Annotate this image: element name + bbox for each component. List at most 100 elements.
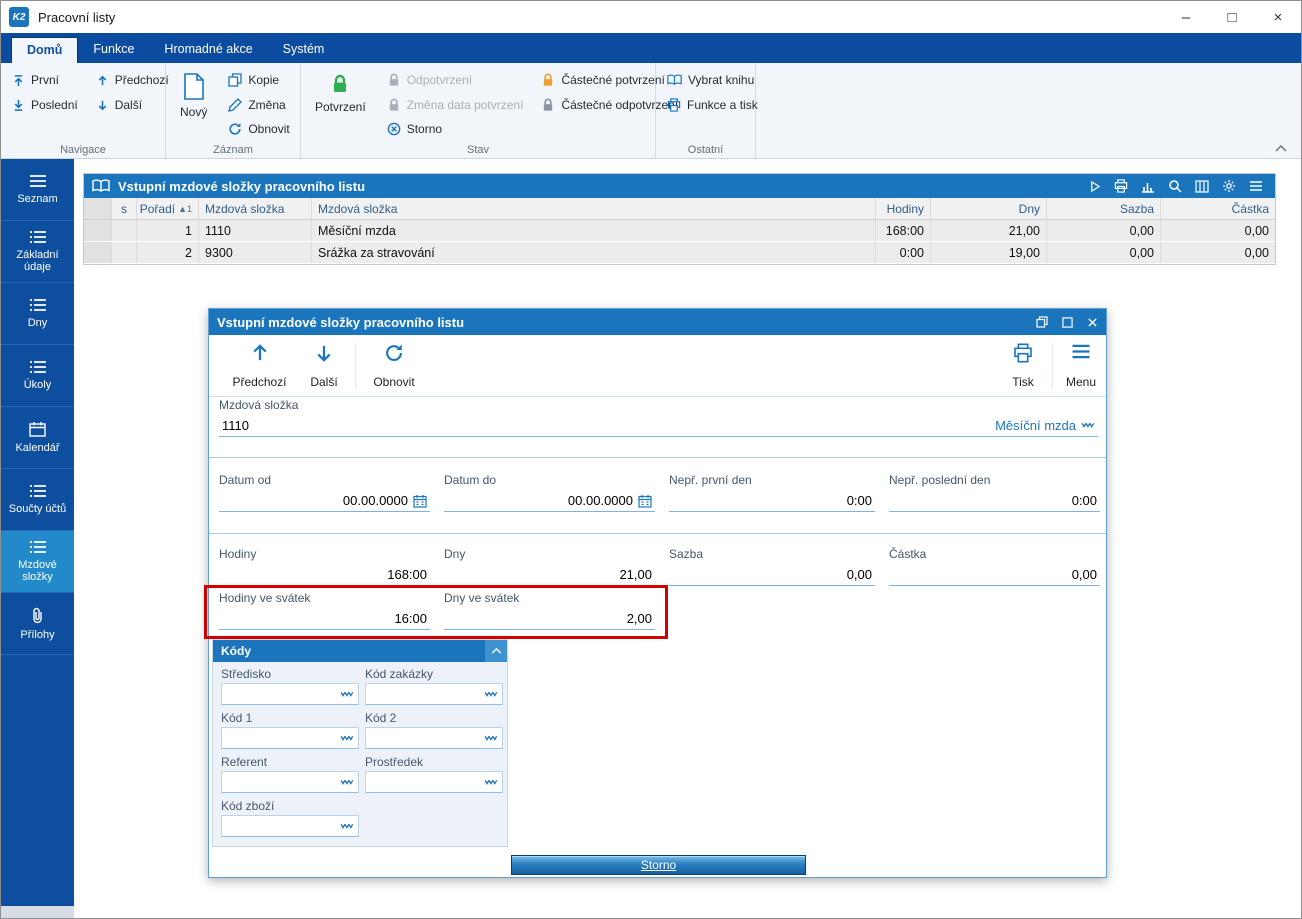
kod-1-input[interactable] — [221, 727, 359, 749]
kod-zakazky-input[interactable] — [365, 683, 503, 705]
pencil-icon — [228, 97, 243, 112]
maximize-button[interactable]: □ — [1209, 1, 1255, 33]
close-button[interactable]: × — [1255, 1, 1301, 33]
sidebar-item-dny[interactable]: Dny — [1, 283, 74, 345]
calendar-icon[interactable] — [638, 494, 652, 508]
tisk-button[interactable]: Tisk — [997, 341, 1049, 391]
label: Menu — [1065, 375, 1097, 389]
group-label: Ostatní — [687, 144, 724, 156]
chart-icon[interactable] — [1141, 180, 1155, 193]
sidebar-item-soucty-uctu[interactable]: Součty účtů — [1, 469, 74, 531]
datum-od-input[interactable]: 00.00.0000 — [219, 490, 430, 512]
tab-funkce[interactable]: Funkce — [78, 37, 149, 63]
kody-panel: Kódy Středisko Kód zakázky Kód 1 Kód 2 R… — [212, 639, 508, 847]
storno-ribbon-button[interactable]: Storno — [384, 118, 527, 140]
lock-icon — [544, 73, 553, 86]
tab-domu[interactable]: Domů — [11, 37, 79, 63]
dropdown-icon[interactable] — [1081, 422, 1095, 429]
hodiny-input[interactable]: 168:00 — [219, 564, 430, 586]
cell-hodiny: 168:00 — [876, 220, 931, 241]
kopie-button[interactable]: Kopie — [225, 69, 292, 91]
dropdown-icon[interactable] — [484, 779, 498, 786]
sidebar-item-mzdove-slozky[interactable]: Mzdové složky — [1, 531, 74, 593]
vybrat-knihu-button[interactable]: Vybrat knihu — [664, 69, 761, 91]
kody-collapse-button[interactable] — [485, 640, 507, 662]
column-selector[interactable] — [84, 198, 112, 219]
label: Součty účtů — [8, 503, 67, 515]
section-divider — [209, 457, 1106, 458]
obnovit-button[interactable]: Obnovit — [361, 341, 427, 391]
column-sazba[interactable]: Sazba — [1047, 198, 1161, 219]
field-label: Částka — [889, 547, 927, 561]
columns-icon[interactable] — [1195, 179, 1209, 193]
potvrzeni-button[interactable]: Potvrzení — [309, 69, 372, 140]
predchozi-button[interactable]: Předchozí — [93, 69, 172, 91]
dalsi-button[interactable]: Další — [301, 341, 347, 391]
maximize-icon[interactable] — [1062, 316, 1073, 328]
mzdova-slozka-input[interactable]: 1110 Měsíční mzda — [219, 415, 1098, 437]
dropdown-icon[interactable] — [484, 735, 498, 742]
sidebar-item-ukoly[interactable]: Úkoly — [1, 345, 74, 407]
tab-system[interactable]: Systém — [268, 37, 340, 63]
kod-zbozi-input[interactable] — [221, 815, 359, 837]
sidebar-item-seznam[interactable]: Seznam — [1, 159, 74, 221]
play-icon[interactable] — [1089, 180, 1101, 193]
calendar-icon[interactable] — [413, 494, 427, 508]
calendar-icon — [29, 422, 46, 437]
funkce-a-tisk-button[interactable]: Funkce a tisk — [664, 94, 761, 116]
search-icon[interactable] — [1168, 179, 1182, 193]
tab-hromadne-akce[interactable]: Hromadné akce — [149, 37, 267, 63]
stredisko-input[interactable] — [221, 683, 359, 705]
predchozi-button[interactable]: Předchozí — [222, 341, 297, 391]
label: Kalendář — [15, 442, 60, 454]
column-poradi[interactable]: Pořadí ▲1 — [137, 198, 199, 219]
dropdown-icon[interactable] — [340, 823, 354, 830]
datum-do-input[interactable]: 00.00.0000 — [444, 490, 655, 512]
cell-kod: 9300 — [199, 242, 312, 263]
field-label: Datum od — [219, 473, 272, 487]
nepr-prvni-den-input[interactable]: 0:00 — [669, 490, 875, 512]
castka-input[interactable]: 0,00 — [889, 564, 1100, 586]
dropdown-icon[interactable] — [340, 779, 354, 786]
storno-button[interactable]: Storno — [511, 855, 806, 875]
sidebar-item-prilohy[interactable]: Přílohy — [1, 593, 74, 655]
close-icon[interactable] — [1087, 317, 1098, 328]
menu-button[interactable]: Menu — [1057, 341, 1105, 391]
novy-button[interactable]: Nový — [174, 69, 213, 140]
dropdown-icon[interactable] — [340, 735, 354, 742]
column-hodiny[interactable]: Hodiny — [876, 198, 931, 219]
dalsi-button[interactable]: Další — [93, 94, 172, 116]
posledni-button[interactable]: Poslední — [9, 94, 81, 116]
dropdown-icon[interactable] — [340, 691, 354, 698]
table-row[interactable]: 2 9300 Srážka za stravování 0:00 19,00 0… — [84, 242, 1275, 264]
prostredek-input[interactable] — [365, 771, 503, 793]
field-value: 0,00 — [1071, 567, 1097, 582]
printer-icon — [1014, 343, 1032, 363]
ribbon-collapse-icon[interactable] — [1275, 145, 1287, 152]
label: Obnovit — [373, 375, 415, 389]
prvni-button[interactable]: První — [9, 69, 81, 91]
dropdown-icon[interactable] — [484, 691, 498, 698]
column-mzdova-slozka-kod[interactable]: Mzdová složka — [199, 198, 312, 219]
dny-input[interactable]: 21,00 — [444, 564, 655, 586]
zmena-button[interactable]: Změna — [225, 94, 292, 116]
minimize-button[interactable]: – — [1163, 1, 1209, 33]
restore-icon[interactable] — [1036, 316, 1048, 328]
sazba-input[interactable]: 0,00 — [669, 564, 875, 586]
obnovit-button[interactable]: Obnovit — [225, 118, 292, 140]
gear-icon[interactable] — [1222, 179, 1236, 193]
column-dny[interactable]: Dny — [931, 198, 1047, 219]
group-label: Navigace — [60, 144, 106, 156]
column-s[interactable]: s — [112, 198, 137, 219]
column-mzdova-slozka-nazev[interactable]: Mzdová složka — [312, 198, 876, 219]
nepr-posledni-den-input[interactable]: 0:00 — [889, 490, 1100, 512]
sidebar-item-zakladni-udaje[interactable]: Základní údaje — [1, 221, 74, 283]
menu-icon[interactable] — [1249, 180, 1263, 192]
table-row[interactable]: 1 1110 Měsíční mzda 168:00 21,00 0,00 0,… — [84, 220, 1275, 242]
sidebar-item-kalendar[interactable]: Kalendář — [1, 407, 74, 469]
cancel-circle-icon — [387, 122, 401, 136]
referent-input[interactable] — [221, 771, 359, 793]
kod-2-input[interactable] — [365, 727, 503, 749]
printer-icon[interactable] — [1114, 179, 1128, 193]
column-castka[interactable]: Částka — [1161, 198, 1275, 219]
